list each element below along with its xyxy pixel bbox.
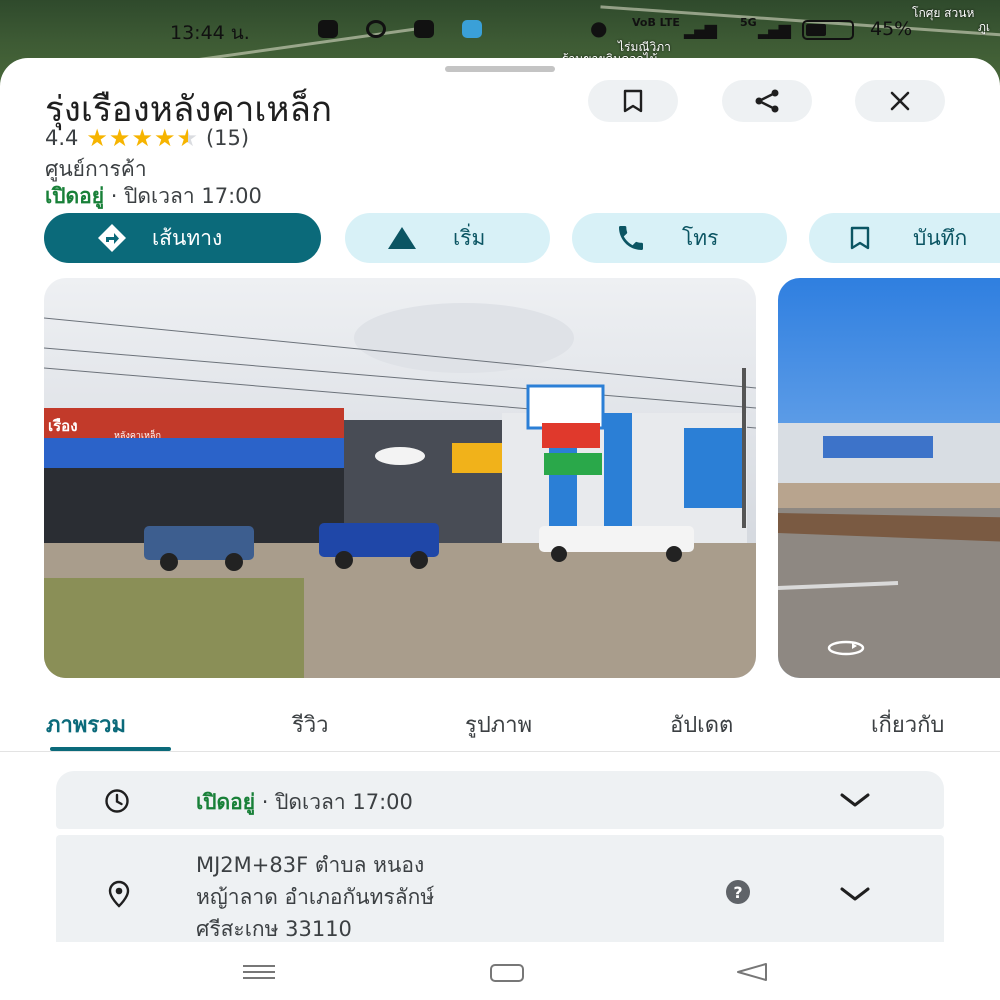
notification-icon [318,20,338,38]
share-button[interactable] [722,80,812,122]
tabs-divider [0,751,1000,752]
photo-sign-subtext: หลังคาเหล็ก [114,431,161,441]
place-photo-street-view[interactable] [778,278,1000,678]
sim2-label: 5G [740,16,757,29]
signal-icon: ▂▄▆ [684,20,717,39]
sim1-label: VoB LTE [632,16,680,29]
drag-handle[interactable] [445,66,555,72]
open-status: เปิดอยู่ [45,184,105,208]
address-line: MJ2M+83F ตำบล หนอง [196,853,425,877]
tab-reviews[interactable]: รีวิว [292,707,329,742]
status-time: 13:44 น. [170,22,250,44]
system-navigation-bar [0,942,1000,1000]
close-time: · ปิดเวลา 17:00 [104,184,262,208]
save-button[interactable]: บันทึก [809,213,1000,263]
location-status-icon: ● [590,16,608,40]
review-count: (15) [205,126,250,150]
app-icon [462,20,482,38]
chevron-down-icon[interactable] [838,885,872,903]
signal-icon: ▂▄▆ [758,20,791,39]
call-button[interactable]: โทร [572,213,787,263]
section-tabs: ภาพรวม รีวิว รูปภาพ อัปเดต เกี่ยวกับ [0,703,1000,753]
street-view-icon [827,640,865,656]
hours-close-time: · ปิดเวลา 17:00 [255,790,413,814]
clock-icon [105,789,129,813]
star-half-icon: ★ [176,124,198,152]
tab-photos[interactable]: รูปภาพ [465,707,532,742]
rating-value: 4.4 [45,126,79,150]
bookmark-icon [623,89,643,113]
phone-icon [619,226,643,250]
photo-sign-text: เรือง [48,417,78,435]
app-icon [414,20,434,38]
save-label: บันทึก [913,225,968,250]
address-card[interactable]: MJ2M+83F ตำบล หนอง หญ้าลาด อำเภอกันทรลัก… [56,835,944,947]
battery-icon [802,20,854,40]
directions-label: เส้นทาง [152,225,223,250]
open-hours-summary: เปิดอยู่ · ปิดเวลา 17:00 [45,180,262,213]
star-icon: ★ [153,124,176,152]
place-sheet: รุ่งเรืองหลังคาเหล็ก 4.4 ★ ★ ★ ★ ★ (15) … [0,58,1000,1000]
bookmark-icon [850,226,870,250]
start-navigation-button[interactable]: เริ่ม [345,213,550,263]
close-button[interactable] [855,80,945,122]
place-photo-main[interactable]: เรือง หลังคาเหล็ก [44,278,756,678]
tab-updates[interactable]: อัปเดต [670,707,733,742]
chevron-down-icon[interactable] [838,791,872,809]
back-icon[interactable] [734,961,770,983]
close-icon [890,91,910,111]
directions-button[interactable]: เส้นทาง [44,213,321,263]
star-icon: ★ [131,124,153,152]
recent-apps-icon[interactable] [241,963,277,981]
home-icon[interactable] [489,963,525,983]
address-line: ศรีสะเกษ 33110 [196,917,352,941]
share-icon [755,89,779,113]
rating-row[interactable]: 4.4 ★ ★ ★ ★ ★ (15) [45,126,249,150]
start-label: เริ่ม [453,225,486,250]
navigation-icon [388,227,416,249]
hours-card[interactable]: เปิดอยู่ · ปิดเวลา 17:00 [56,771,944,829]
battery-percent: 45% [870,18,913,40]
star-icon: ★ [108,124,131,152]
star-icon: ★ [86,124,108,152]
hours-open-status: เปิดอยู่ [196,790,256,814]
tab-overview[interactable]: ภาพรวม [46,707,126,742]
storefront-photo [44,278,756,678]
street-view-photo [778,278,1000,678]
help-icon[interactable]: ? [725,879,751,905]
directions-icon [98,224,126,252]
google-icon [366,20,386,38]
address-text[interactable]: MJ2M+83F ตำบล หนอง หญ้าลาด อำเภอกันทรลัก… [196,849,434,945]
tab-about[interactable]: เกี่ยวกับ [871,707,944,742]
status-bar: 13:44 น. ● VoB LTE ▂▄▆ 5G ▂▄▆ 45% [0,16,1000,44]
address-line: หญ้าลาด อำเภอกันทรลักษ์ [196,885,435,909]
hours-detail: เปิดอยู่ · ปิดเวลา 17:00 [196,786,413,819]
rating-stars: ★ ★ ★ ★ ★ [86,126,198,150]
svg-text:?: ? [733,883,742,902]
location-pin-icon [108,880,130,908]
call-label: โทร [682,225,719,250]
save-place-button[interactable] [588,80,678,122]
